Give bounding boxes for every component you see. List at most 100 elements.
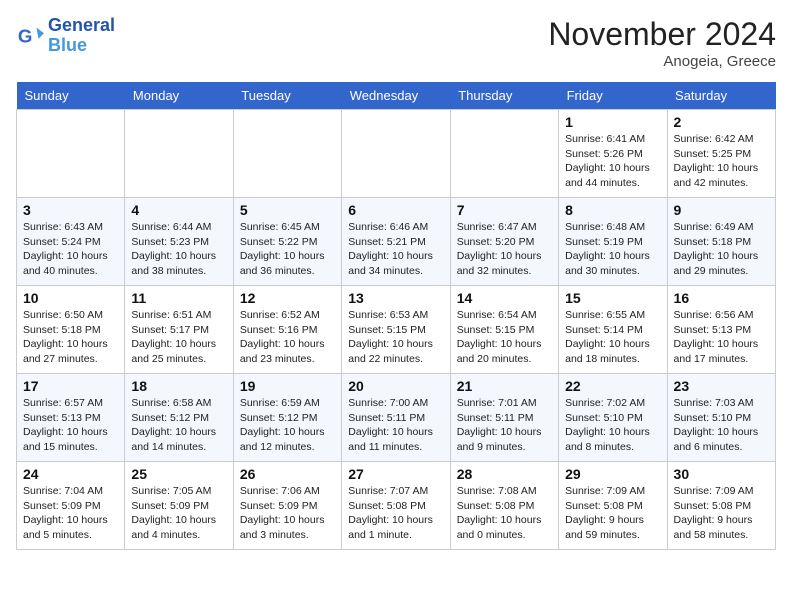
calendar-table: SundayMondayTuesdayWednesdayThursdayFrid…: [16, 82, 776, 550]
month-title: November 2024: [548, 16, 776, 53]
day-number: 19: [240, 378, 335, 394]
day-cell: 2 Sunrise: 6:42 AM Sunset: 5:25 PM Daylig…: [667, 110, 775, 198]
day-number: 18: [131, 378, 226, 394]
day-cell: 18 Sunrise: 6:58 AM Sunset: 5:12 PM Dayli…: [125, 374, 233, 462]
day-info: Sunrise: 6:49 AM Sunset: 5:18 PM Dayligh…: [674, 220, 769, 279]
day-number: 30: [674, 466, 769, 482]
weekday-header-friday: Friday: [559, 82, 667, 110]
svg-text:G: G: [18, 25, 33, 46]
day-cell: 19Sunrise: 6:59 AM Sunset: 5:12 PM Dayli…: [233, 374, 341, 462]
day-cell: 26 Sunrise: 7:06 AM Sunset: 5:09 PM Dayli…: [233, 462, 341, 550]
day-number: 20: [348, 378, 443, 394]
day-cell: 20Sunrise: 7:00 AM Sunset: 5:11 PM Dayli…: [342, 374, 450, 462]
day-number: 22: [565, 378, 660, 394]
day-number: 1: [565, 114, 660, 130]
week-row-5: 24 Sunrise: 7:04 AM Sunset: 5:09 PM Dayli…: [17, 462, 776, 550]
day-info: Sunrise: 7:04 AM Sunset: 5:09 PM Dayligh…: [23, 484, 118, 543]
day-info: Sunrise: 6:48 AM Sunset: 5:19 PM Dayligh…: [565, 220, 660, 279]
day-info: Sunrise: 7:03 AM Sunset: 5:10 PM Dayligh…: [674, 396, 769, 455]
day-cell: 4Sunrise: 6:44 AM Sunset: 5:23 PM Daylig…: [125, 198, 233, 286]
day-info: Sunrise: 7:02 AM Sunset: 5:10 PM Dayligh…: [565, 396, 660, 455]
day-info: Sunrise: 7:07 AM Sunset: 5:08 PM Dayligh…: [348, 484, 443, 543]
logo-icon: G: [16, 22, 44, 50]
day-number: 17: [23, 378, 118, 394]
day-number: 15: [565, 290, 660, 306]
day-cell: 23 Sunrise: 7:03 AM Sunset: 5:10 PM Dayli…: [667, 374, 775, 462]
day-number: 2: [674, 114, 769, 130]
day-number: 21: [457, 378, 552, 394]
day-number: 26: [240, 466, 335, 482]
day-number: 8: [565, 202, 660, 218]
day-number: 29: [565, 466, 660, 482]
day-cell: 11 Sunrise: 6:51 AM Sunset: 5:17 PM Dayli…: [125, 286, 233, 374]
day-cell: [233, 110, 341, 198]
day-number: 7: [457, 202, 552, 218]
weekday-header-thursday: Thursday: [450, 82, 558, 110]
day-info: Sunrise: 6:43 AM Sunset: 5:24 PM Dayligh…: [23, 220, 118, 279]
week-row-4: 17 Sunrise: 6:57 AM Sunset: 5:13 PM Dayli…: [17, 374, 776, 462]
day-info: Sunrise: 7:01 AM Sunset: 5:11 PM Dayligh…: [457, 396, 552, 455]
day-info: Sunrise: 6:45 AM Sunset: 5:22 PM Dayligh…: [240, 220, 335, 279]
weekday-header-sunday: Sunday: [17, 82, 125, 110]
day-info: Sunrise: 7:09 AM Sunset: 5:08 PM Dayligh…: [674, 484, 769, 543]
day-number: 11: [131, 290, 226, 306]
day-number: 3: [23, 202, 118, 218]
day-info: Sunrise: 6:51 AM Sunset: 5:17 PM Dayligh…: [131, 308, 226, 367]
day-cell: 22 Sunrise: 7:02 AM Sunset: 5:10 PM Dayli…: [559, 374, 667, 462]
day-info: Sunrise: 6:41 AM Sunset: 5:26 PM Dayligh…: [565, 132, 660, 191]
day-info: Sunrise: 6:55 AM Sunset: 5:14 PM Dayligh…: [565, 308, 660, 367]
day-info: Sunrise: 6:53 AM Sunset: 5:15 PM Dayligh…: [348, 308, 443, 367]
day-number: 23: [674, 378, 769, 394]
day-cell: 24 Sunrise: 7:04 AM Sunset: 5:09 PM Dayli…: [17, 462, 125, 550]
week-row-1: 1 Sunrise: 6:41 AM Sunset: 5:26 PM Daylig…: [17, 110, 776, 198]
day-cell: 14Sunrise: 6:54 AM Sunset: 5:15 PM Dayli…: [450, 286, 558, 374]
day-cell: 15 Sunrise: 6:55 AM Sunset: 5:14 PM Dayli…: [559, 286, 667, 374]
day-number: 24: [23, 466, 118, 482]
day-cell: 3 Sunrise: 6:43 AM Sunset: 5:24 PM Daylig…: [17, 198, 125, 286]
day-number: 12: [240, 290, 335, 306]
week-row-2: 3 Sunrise: 6:43 AM Sunset: 5:24 PM Daylig…: [17, 198, 776, 286]
weekday-header-tuesday: Tuesday: [233, 82, 341, 110]
day-info: Sunrise: 6:58 AM Sunset: 5:12 PM Dayligh…: [131, 396, 226, 455]
day-number: 10: [23, 290, 118, 306]
location: Anogeia, Greece: [548, 53, 776, 70]
day-number: 27: [348, 466, 443, 482]
day-cell: 1 Sunrise: 6:41 AM Sunset: 5:26 PM Daylig…: [559, 110, 667, 198]
logo-line1: General: [48, 16, 115, 36]
day-cell: [450, 110, 558, 198]
day-cell: 16 Sunrise: 6:56 AM Sunset: 5:13 PM Dayli…: [667, 286, 775, 374]
title-block: November 2024 Anogeia, Greece: [548, 16, 776, 70]
day-info: Sunrise: 6:50 AM Sunset: 5:18 PM Dayligh…: [23, 308, 118, 367]
day-cell: 8 Sunrise: 6:48 AM Sunset: 5:19 PM Daylig…: [559, 198, 667, 286]
day-number: 9: [674, 202, 769, 218]
day-info: Sunrise: 7:06 AM Sunset: 5:09 PM Dayligh…: [240, 484, 335, 543]
weekday-header-saturday: Saturday: [667, 82, 775, 110]
day-cell: [125, 110, 233, 198]
day-info: Sunrise: 7:05 AM Sunset: 5:09 PM Dayligh…: [131, 484, 226, 543]
day-cell: 9 Sunrise: 6:49 AM Sunset: 5:18 PM Daylig…: [667, 198, 775, 286]
day-number: 6: [348, 202, 443, 218]
day-number: 25: [131, 466, 226, 482]
day-cell: 27 Sunrise: 7:07 AM Sunset: 5:08 PM Dayli…: [342, 462, 450, 550]
day-number: 14: [457, 290, 552, 306]
day-number: 16: [674, 290, 769, 306]
day-cell: [17, 110, 125, 198]
day-info: Sunrise: 6:42 AM Sunset: 5:25 PM Dayligh…: [674, 132, 769, 191]
day-cell: 25 Sunrise: 7:05 AM Sunset: 5:09 PM Dayli…: [125, 462, 233, 550]
day-cell: 29 Sunrise: 7:09 AM Sunset: 5:08 PM Dayli…: [559, 462, 667, 550]
day-number: 28: [457, 466, 552, 482]
day-cell: 6Sunrise: 6:46 AM Sunset: 5:21 PM Daylig…: [342, 198, 450, 286]
day-info: Sunrise: 6:47 AM Sunset: 5:20 PM Dayligh…: [457, 220, 552, 279]
weekday-header-wednesday: Wednesday: [342, 82, 450, 110]
day-info: Sunrise: 6:56 AM Sunset: 5:13 PM Dayligh…: [674, 308, 769, 367]
logo-line2: Blue: [48, 35, 87, 55]
day-info: Sunrise: 6:44 AM Sunset: 5:23 PM Dayligh…: [131, 220, 226, 279]
day-info: Sunrise: 6:57 AM Sunset: 5:13 PM Dayligh…: [23, 396, 118, 455]
day-cell: 13Sunrise: 6:53 AM Sunset: 5:15 PM Dayli…: [342, 286, 450, 374]
day-cell: 28Sunrise: 7:08 AM Sunset: 5:08 PM Dayli…: [450, 462, 558, 550]
day-number: 5: [240, 202, 335, 218]
day-cell: 7 Sunrise: 6:47 AM Sunset: 5:20 PM Daylig…: [450, 198, 558, 286]
day-info: Sunrise: 6:52 AM Sunset: 5:16 PM Dayligh…: [240, 308, 335, 367]
day-cell: 30 Sunrise: 7:09 AM Sunset: 5:08 PM Dayli…: [667, 462, 775, 550]
day-info: Sunrise: 7:09 AM Sunset: 5:08 PM Dayligh…: [565, 484, 660, 543]
